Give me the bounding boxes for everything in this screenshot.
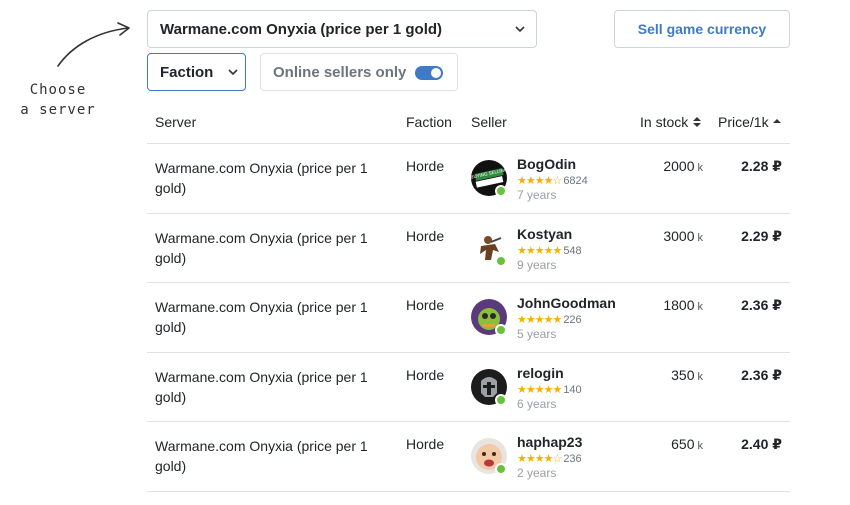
stock-value: 1800: [663, 297, 695, 313]
online-sellers-filter[interactable]: Online sellers only: [260, 53, 458, 91]
seller-name[interactable]: BogOdin: [517, 156, 576, 172]
stock-unit: k: [697, 301, 704, 313]
stock-cell: 2000 k: [663, 158, 703, 174]
stars-icon: ★★★★☆: [517, 453, 562, 465]
seller-cell[interactable]: BUYING SELLING BogOdin ★★★★☆ 6824 7 years: [471, 156, 631, 202]
hand-drawn-arrow-icon: [57, 22, 130, 67]
table-row[interactable]: Warmane.com Onyxia (price per 1 gold) Ho…: [147, 422, 790, 492]
table-row[interactable]: Warmane.com Onyxia (price per 1 gold) Ho…: [147, 353, 790, 422]
seller-name[interactable]: haphap23: [517, 434, 582, 450]
chevron-down-icon: [515, 26, 525, 33]
table-row[interactable]: Warmane.com Onyxia (price per 1 gold) Ho…: [147, 283, 790, 353]
sell-button-label: Sell game currency: [637, 21, 767, 37]
faction-cell: Horde: [406, 227, 445, 244]
header-stock[interactable]: In stock: [640, 114, 702, 130]
annotation-line-2: a server: [20, 102, 96, 118]
choose-server-annotation: Choose a server: [18, 80, 98, 120]
server-cell: Warmane.com Onyxia (price per 1 gold): [155, 438, 368, 474]
faction-cell: Horde: [406, 366, 445, 383]
rating-stars: ★★★★★ 226: [517, 313, 582, 326]
price-cell: 2.36 ₽: [741, 297, 782, 313]
rating-count: 6824: [563, 175, 588, 187]
stock-value: 3000: [663, 227, 695, 244]
faction-select[interactable]: Faction: [147, 53, 246, 91]
seller-years: 7 years: [517, 188, 557, 202]
server-cell: Warmane.com Onyxia (price per 1 gold): [155, 299, 368, 335]
online-indicator: [495, 324, 507, 336]
stock-cell: 1800 k: [663, 297, 703, 313]
stock-cell: 650 k: [671, 436, 703, 452]
seller-years: 5 years: [517, 327, 557, 341]
stars-icon: ★★★★★: [517, 314, 562, 326]
header-seller: Seller: [471, 114, 507, 130]
annotation-line-1: Choose: [29, 82, 87, 98]
header-price[interactable]: Price/1k: [718, 114, 782, 130]
rating-stars: ★★★★☆ 6824: [517, 174, 588, 187]
faction-select-value: Faction: [160, 63, 214, 81]
header-stock-label: In stock: [640, 114, 689, 130]
stock-cell: 350 k: [671, 367, 703, 383]
faction-cell: Horde: [406, 158, 445, 174]
server-cell: Warmane.com Onyxia (price per 1 gold): [155, 368, 368, 405]
sort-both-icon: [693, 117, 702, 127]
stock-unit: k: [697, 162, 704, 174]
server-cell: Warmane.com Onyxia (price per 1 gold): [155, 160, 368, 196]
online-indicator: [495, 393, 507, 406]
seller-years: 2 years: [517, 466, 557, 480]
table-row[interactable]: Warmane.com Onyxia (price per 1 gold) Ho…: [147, 144, 790, 214]
toggle-knob: [431, 68, 441, 78]
price-cell: 2.28 ₽: [741, 158, 782, 174]
rating-count: 236: [563, 453, 582, 465]
online-sellers-label: Online sellers only: [273, 63, 407, 81]
rating-stars: ★★★★★ 548: [517, 244, 582, 257]
seller-years: 6 years: [517, 396, 557, 411]
offers-table: Server Faction Seller In stock Price/1k …: [147, 104, 790, 492]
seller-cell[interactable]: haphap23 ★★★★☆ 236 2 years: [471, 434, 631, 480]
table-header: Server Faction Seller In stock Price/1k: [147, 104, 790, 144]
header-server: Server: [155, 114, 197, 130]
rating-stars: ★★★★☆ 236: [517, 452, 582, 465]
seller-name[interactable]: relogin: [517, 365, 564, 381]
stock-unit: k: [697, 440, 704, 452]
seller-cell[interactable]: JohnGoodman ★★★★★ 226 5 years: [471, 295, 631, 341]
rating-count: 140: [563, 383, 582, 396]
stock-cell: 3000 k: [663, 228, 703, 244]
stars-icon: ★★★★★: [517, 244, 562, 257]
header-price-label: Price/1k: [718, 114, 769, 130]
online-sellers-toggle[interactable]: [415, 66, 443, 80]
faction-cell: Horde: [406, 297, 445, 313]
server-select[interactable]: Warmane.com Onyxia (price per 1 gold): [147, 10, 537, 48]
stars-icon: ★★★★☆: [517, 175, 562, 187]
stock-value: 2000: [663, 158, 695, 174]
stock-value: 650: [671, 436, 695, 452]
server-cell: Warmane.com Onyxia (price per 1 gold): [155, 229, 368, 266]
stars-icon: ★★★★★: [517, 383, 562, 396]
online-indicator: [495, 185, 507, 197]
stock-unit: k: [697, 231, 704, 244]
seller-cell[interactable]: relogin ★★★★★ 140 6 years: [471, 365, 631, 411]
price-cell: 2.36 ₽: [741, 366, 782, 383]
header-faction: Faction: [406, 114, 452, 130]
sort-asc-icon: [773, 119, 782, 123]
chevron-down-icon: [228, 69, 238, 76]
online-indicator: [495, 463, 507, 475]
rating-stars: ★★★★★ 140: [517, 383, 582, 396]
online-indicator: [495, 254, 507, 267]
price-cell: 2.40 ₽: [741, 436, 782, 452]
faction-cell: Horde: [406, 436, 445, 452]
seller-cell[interactable]: Kostyan ★★★★★ 548 9 years: [471, 226, 631, 272]
seller-years: 9 years: [517, 257, 557, 272]
sell-game-currency-button[interactable]: Sell game currency: [614, 10, 790, 48]
seller-name[interactable]: Kostyan: [517, 226, 572, 242]
server-select-value: Warmane.com Onyxia (price per 1 gold): [160, 20, 443, 38]
rating-count: 226: [563, 314, 582, 326]
rating-count: 548: [563, 244, 582, 257]
price-cell: 2.29 ₽: [741, 227, 782, 244]
stock-unit: k: [697, 370, 704, 383]
stock-value: 350: [671, 366, 695, 383]
table-row[interactable]: Warmane.com Onyxia (price per 1 gold) Ho…: [147, 214, 790, 283]
seller-name[interactable]: JohnGoodman: [517, 295, 616, 311]
